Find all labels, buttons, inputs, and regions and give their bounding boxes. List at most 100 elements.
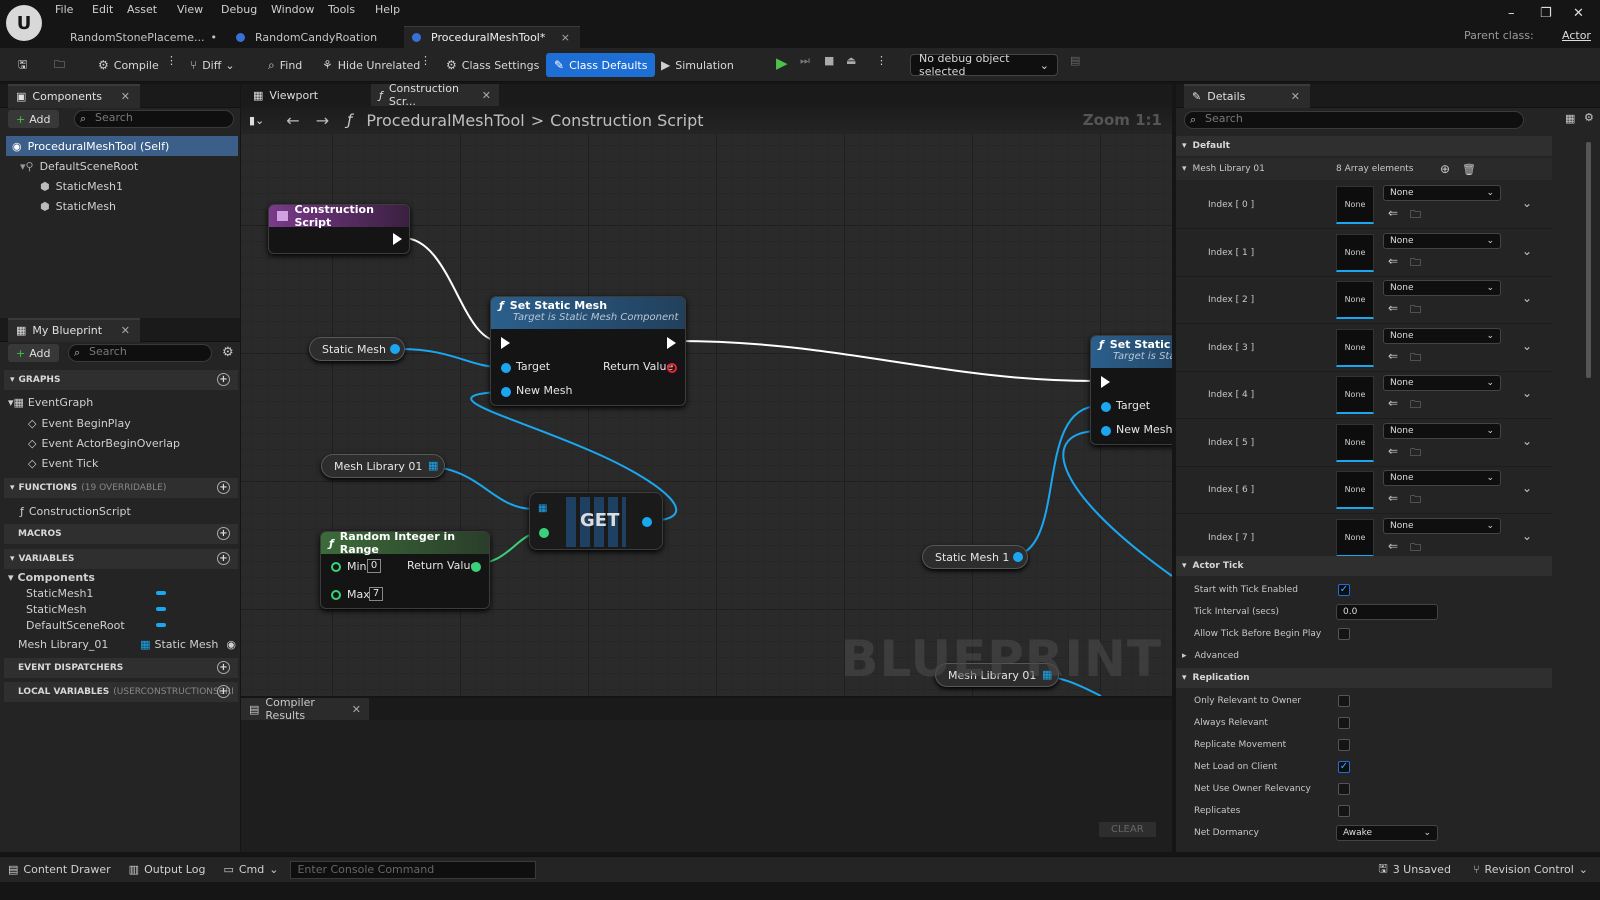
components-tab[interactable]: ▣ Components ✕ <box>8 83 140 108</box>
browse-asset-icon[interactable]: 🗀 <box>1410 349 1421 368</box>
details-scrollbar[interactable] <box>1586 142 1591 378</box>
menu-edit[interactable]: Edit <box>92 3 113 16</box>
min-input[interactable]: 0 <box>367 559 381 573</box>
cmd-select[interactable]: ▭ Cmd ⌄ <box>223 863 278 876</box>
variable-mesh-library[interactable]: Mesh Library_01 ▦ Static Mesh ◉ <box>18 634 236 654</box>
menu-debug[interactable]: Debug <box>221 3 257 16</box>
item-output-pin[interactable] <box>642 517 652 527</box>
add-macro-icon[interactable]: + <box>217 527 230 540</box>
console-command-input[interactable]: Enter Console Command <box>290 860 537 879</box>
blueprint-graph[interactable]: ▮⌄ ← → ƒ ProceduralMeshTool > Constructi… <box>241 106 1172 696</box>
component-static-mesh1[interactable]: ⬢ StaticMesh1 <box>40 176 123 196</box>
start-tick-checkbox[interactable]: ✓ <box>1338 584 1350 596</box>
net-use-owner-checkbox[interactable] <box>1338 783 1350 795</box>
content-drawer-button[interactable]: ▤ Content Drawer <box>8 863 111 876</box>
close-icon[interactable]: ✕ <box>121 324 130 337</box>
browse-asset-icon[interactable]: 🗀 <box>1410 491 1421 510</box>
mesh-asset-select[interactable]: None ⌄ <box>1383 280 1501 296</box>
browse-icon[interactable]: 🗀 <box>48 54 71 76</box>
new-mesh-pin[interactable] <box>1101 426 1111 436</box>
construction-script-item[interactable]: ƒ ConstructionScript <box>20 501 131 521</box>
add-variable-icon[interactable]: + <box>217 552 230 565</box>
element-options-icon[interactable]: ⌄ <box>1522 481 1532 495</box>
mesh-thumbnail[interactable]: None <box>1336 518 1374 557</box>
mesh-thumbnail[interactable]: None <box>1336 471 1374 509</box>
breadcrumb-graph[interactable]: Construction Script <box>550 111 703 130</box>
debug-object-select[interactable]: No debug object selected ⌄ <box>910 52 1058 78</box>
my-blueprint-search-input[interactable]: ⌕ Search <box>68 344 212 362</box>
use-selected-icon[interactable]: ⇐ <box>1388 396 1398 410</box>
event-tick-item[interactable]: ◇ Event Tick <box>28 453 98 473</box>
component-default-scene-root[interactable]: ▾⚲ DefaultSceneRoot <box>20 156 138 176</box>
trash-icon[interactable]: 🗑 <box>1462 163 1476 176</box>
mesh-thumbnail[interactable]: None <box>1336 186 1374 224</box>
close-icon[interactable]: ✕ <box>121 90 130 103</box>
gear-icon[interactable]: ⚙ <box>1584 111 1594 124</box>
tab-procedural-mesh-tool[interactable]: ProceduralMeshTool* × <box>404 26 580 48</box>
menu-window[interactable]: Window <box>271 3 314 16</box>
event-begin-play-item[interactable]: ◇ Event BeginPlay <box>28 413 131 433</box>
return-value-pin[interactable] <box>471 562 481 572</box>
tab-close-icon[interactable]: × <box>561 31 570 44</box>
close-icon[interactable]: ✕ <box>482 89 491 102</box>
browse-asset-icon[interactable]: 🗀 <box>1410 444 1421 463</box>
chevron-down-icon[interactable]: ▾ <box>1182 164 1187 174</box>
component-self[interactable]: ◉ ProceduralMeshTool (Self) <box>6 136 238 156</box>
target-pin[interactable] <box>1101 402 1111 412</box>
diff-button[interactable]: ⑂ Diff ⌄ <box>184 54 241 76</box>
exec-in-pin[interactable] <box>501 337 510 349</box>
random-integer-in-range-node[interactable]: ƒ Random Integer in Range Min 0 Return V… <box>320 530 490 609</box>
replication-section[interactable]: ▾ Replication <box>1176 668 1552 688</box>
breadcrumb-blueprint[interactable]: ProceduralMeshTool <box>366 111 524 130</box>
element-options-icon[interactable]: ⌄ <box>1522 196 1532 210</box>
element-options-icon[interactable]: ⌄ <box>1522 339 1532 353</box>
compiler-results-tab[interactable]: ▤ Compiler Results ✕ <box>241 696 369 722</box>
simulation-button[interactable]: ▶ Simulation <box>655 54 740 76</box>
exec-out-pin[interactable] <box>667 337 676 349</box>
mesh-library-variable-node[interactable]: Mesh Library 01 ▦ <box>321 454 446 478</box>
browse-asset-icon[interactable]: 🗀 <box>1410 539 1421 558</box>
table-view-icon[interactable]: ▦ <box>1565 112 1575 125</box>
mesh-thumbnail[interactable]: None <box>1336 376 1374 414</box>
unsaved-button[interactable]: 🖫 3 Unsaved <box>1378 860 1451 879</box>
use-selected-icon[interactable]: ⇐ <box>1388 349 1398 363</box>
static-mesh1-variable-node[interactable]: Static Mesh 1 <box>922 545 1029 569</box>
browse-asset-icon[interactable]: 🗀 <box>1410 396 1421 415</box>
stop-icon[interactable]: ■ <box>818 54 840 76</box>
browse-asset-icon[interactable]: 🗀 <box>1410 301 1421 320</box>
close-icon[interactable]: ✕ <box>352 703 361 716</box>
mesh-asset-select[interactable]: None ⌄ <box>1383 185 1501 201</box>
use-selected-icon[interactable]: ⇐ <box>1388 254 1398 268</box>
array-input-pin[interactable]: ▦ <box>538 503 547 514</box>
compile-button[interactable]: ⚙ Compile <box>92 54 165 76</box>
tab-random-stone[interactable]: RandomStonePlaceme... • <box>52 26 222 48</box>
use-selected-icon[interactable]: ⇐ <box>1388 301 1398 315</box>
output-pin[interactable] <box>1013 552 1024 562</box>
add-element-icon[interactable]: ⊕ <box>1440 162 1450 176</box>
back-arrow-icon[interactable]: ← <box>286 111 299 130</box>
minimize-icon[interactable]: – <box>1508 6 1515 21</box>
variables-section[interactable]: ▾ VARIABLES + <box>4 549 238 569</box>
use-selected-icon[interactable]: ⇐ <box>1388 491 1398 505</box>
return-value-pin[interactable] <box>667 363 677 373</box>
actor-tick-section[interactable]: ▾ Actor Tick <box>1176 556 1552 576</box>
mesh-asset-select[interactable]: None ⌄ <box>1383 422 1501 439</box>
tick-interval-input[interactable]: 0.0 <box>1336 604 1438 620</box>
array-get-node[interactable]: GET ▦ <box>529 492 663 550</box>
exec-in-pin[interactable] <box>1101 376 1110 388</box>
bookmark-icon[interactable]: ▮⌄ <box>249 114 264 127</box>
mesh-asset-select[interactable]: None ⌄ <box>1383 375 1501 391</box>
graphs-section[interactable]: ▾ GRAPHS + <box>4 370 238 390</box>
allow-tick-checkbox[interactable] <box>1338 628 1350 640</box>
event-dispatchers-section[interactable]: EVENT DISPATCHERS + <box>4 658 238 678</box>
only-relevant-checkbox[interactable] <box>1338 695 1350 707</box>
advanced-row[interactable]: ▸ Advanced <box>1176 645 1552 667</box>
mesh-asset-select[interactable]: None ⌄ <box>1383 327 1501 344</box>
mesh-asset-select[interactable]: None ⌄ <box>1383 232 1501 249</box>
menu-help[interactable]: Help <box>375 3 400 16</box>
menu-view[interactable]: View <box>177 3 203 16</box>
play-icon[interactable]: ▶ <box>770 54 794 76</box>
save-icon[interactable]: 🖫 <box>12 54 33 76</box>
close-icon[interactable]: ✕ <box>1291 90 1300 103</box>
event-graph-item[interactable]: ▾▦ EventGraph <box>8 392 93 412</box>
